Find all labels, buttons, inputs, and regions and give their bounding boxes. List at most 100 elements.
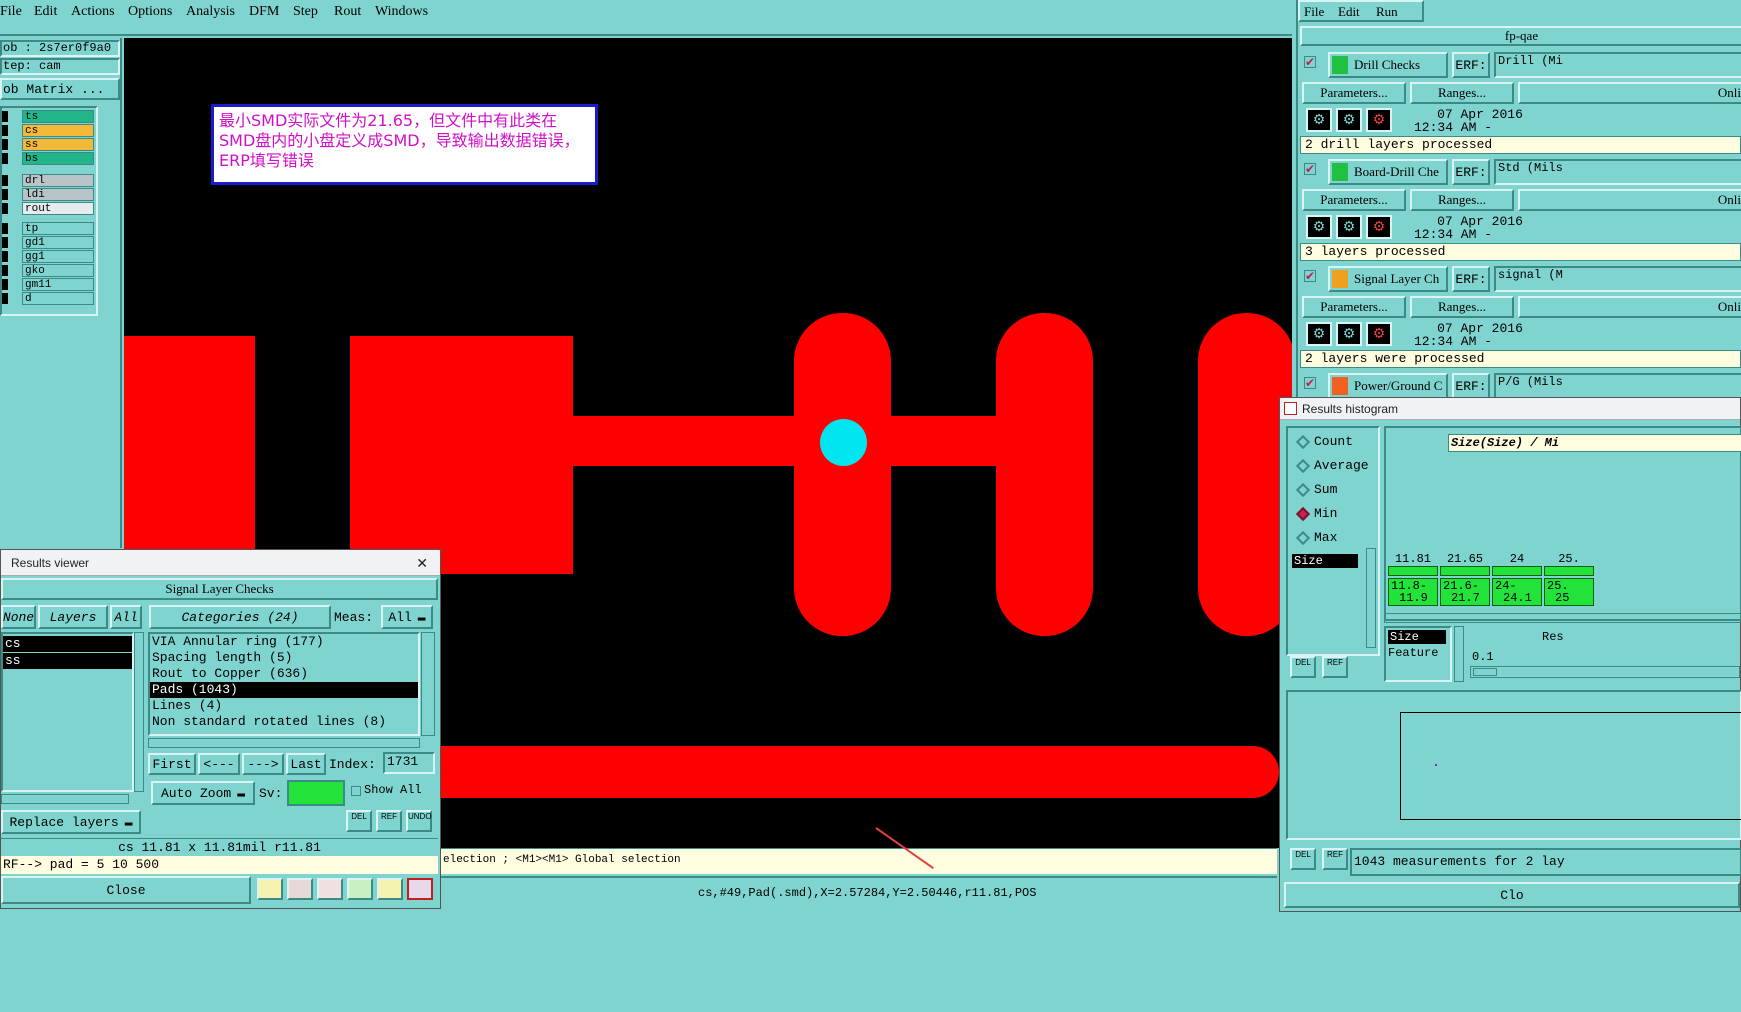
category-row[interactable]: Pads (1043) <box>150 682 418 698</box>
fp-menu-edit[interactable]: Edit <box>1338 4 1360 20</box>
category-row[interactable]: Lines (4) <box>150 698 418 714</box>
category-row[interactable]: Spacing length (5) <box>150 650 418 666</box>
check-name-button-3[interactable]: Power/Ground C <box>1328 373 1448 399</box>
res-slider-thumb[interactable] <box>1473 668 1497 676</box>
menu-file[interactable]: File <box>0 4 22 20</box>
fp-menu-run[interactable]: Run <box>1376 4 1398 20</box>
mode-radio-min[interactable]: Min <box>1295 506 1337 521</box>
histogram-bar[interactable] <box>1440 566 1490 576</box>
fp-menu-file[interactable]: File <box>1304 4 1324 20</box>
ranges-button-2[interactable]: Ranges... <box>1410 296 1514 318</box>
prev-button[interactable]: <--- <box>198 753 240 775</box>
online-button-1[interactable]: Onli <box>1518 189 1741 211</box>
layer-checkbox[interactable] <box>2 153 8 164</box>
parameters-button-0[interactable]: Parameters... <box>1302 82 1406 104</box>
layer-item-drl[interactable]: drl <box>22 174 94 187</box>
menu-dfm[interactable]: DFM <box>249 4 279 20</box>
histogram-bar[interactable] <box>1388 566 1438 576</box>
menu-options[interactable]: Options <box>128 4 172 20</box>
result-layer-row[interactable]: ss <box>3 653 132 669</box>
mode-radio-sum[interactable]: Sum <box>1295 482 1337 497</box>
category-list-scrollbar[interactable] <box>421 632 435 736</box>
mode-radio-count[interactable]: Count <box>1295 434 1353 449</box>
layer-checkbox[interactable] <box>2 223 8 234</box>
check-name-button-2[interactable]: Signal Layer Ch <box>1328 266 1448 292</box>
layer-item-bs[interactable]: bs <box>22 152 94 165</box>
size-field[interactable]: Size <box>1292 554 1358 568</box>
layer-checkbox[interactable] <box>2 139 8 150</box>
erf-button-2[interactable]: ERF: <box>1452 266 1490 292</box>
ranges-button-0[interactable]: Ranges... <box>1410 82 1514 104</box>
highlight-icon[interactable] <box>257 878 283 900</box>
notes-icon[interactable] <box>377 878 403 900</box>
layer-checkbox[interactable] <box>2 125 8 136</box>
erf-value-2[interactable]: signal (M <box>1494 266 1741 292</box>
erf-button-0[interactable]: ERF: <box>1452 52 1490 78</box>
mode-radio-average[interactable]: Average <box>1295 458 1369 473</box>
replace-layers-button[interactable]: Replace layers ▬ <box>1 810 141 834</box>
next-button[interactable]: ---> <box>242 753 284 775</box>
all-button[interactable]: All <box>110 605 142 629</box>
layer-item-rout[interactable]: rout <box>22 202 94 215</box>
category-row[interactable]: Rout to Copper (636) <box>150 666 418 682</box>
numbers-icon[interactable] <box>347 878 373 900</box>
parameters-button-1[interactable]: Parameters... <box>1302 189 1406 211</box>
menu-rout[interactable]: Rout <box>334 4 361 20</box>
layer-item-cs[interactable]: cs <box>22 124 94 137</box>
category-row[interactable]: Non standard rotated lines (8) <box>150 714 418 730</box>
hist-del-button[interactable]: DEL <box>1290 656 1316 678</box>
categories-button[interactable]: Categories (24) <box>149 605 331 629</box>
ranges-button-1[interactable]: Ranges... <box>1410 189 1514 211</box>
menu-step[interactable]: Step <box>293 4 318 20</box>
layer-checkbox[interactable] <box>2 293 8 304</box>
layer-list-scrollbar[interactable] <box>134 632 144 792</box>
res-slider[interactable] <box>1470 666 1740 678</box>
undo-button[interactable]: UNDO <box>406 810 432 832</box>
bar-range[interactable]: 25. 25 <box>1544 578 1594 606</box>
none-button[interactable]: None <box>1 605 36 629</box>
sort-size[interactable]: Size <box>1388 630 1446 644</box>
layer-item-d[interactable]: d <box>22 292 94 305</box>
close-button[interactable]: Close <box>1 876 251 904</box>
run-stop-icon[interactable]: ⚙ <box>1366 215 1392 239</box>
erf-button-1[interactable]: ERF: <box>1452 159 1490 185</box>
erf-value-3[interactable]: P/G (Mils <box>1494 373 1741 399</box>
layer-item-gm11[interactable]: gm11 <box>22 278 94 291</box>
layer-checkbox[interactable] <box>2 175 8 186</box>
layer-item-ss[interactable]: ss <box>22 138 94 151</box>
meas-select[interactable]: All ▬ <box>381 605 433 629</box>
erf-value-0[interactable]: Drill (Mi <box>1494 52 1741 78</box>
histogram-icon[interactable] <box>407 878 433 900</box>
run-all-icon[interactable]: ⚙ <box>1336 215 1362 239</box>
check-enable-2[interactable]: ✔ <box>1304 270 1316 282</box>
run-all-icon[interactable]: ⚙ <box>1336 108 1362 132</box>
show-all-checkbox[interactable] <box>351 786 361 796</box>
erf-button-3[interactable]: ERF: <box>1452 373 1490 399</box>
check-name-button-1[interactable]: Board-Drill Che <box>1328 159 1448 185</box>
last-button[interactable]: Last <box>286 753 326 775</box>
ref-button[interactable]: REF <box>376 810 402 832</box>
run-stop-icon[interactable]: ⚙ <box>1366 108 1392 132</box>
histogram-bar[interactable] <box>1492 566 1542 576</box>
layer-checkbox[interactable] <box>2 203 8 214</box>
erf-value-1[interactable]: Std (Mils <box>1494 159 1741 185</box>
layer-item-gg1[interactable]: gg1 <box>22 250 94 263</box>
check-enable-3[interactable]: ✔ <box>1304 377 1316 389</box>
layer-item-ldi[interactable]: ldi <box>22 188 94 201</box>
layer-item-gko[interactable]: gko <box>22 264 94 277</box>
del-button[interactable]: DEL <box>346 810 372 832</box>
check-enable-0[interactable]: ✔ <box>1304 56 1316 68</box>
selected-small-pad[interactable] <box>820 419 867 466</box>
close-icon[interactable]: ✕ <box>416 550 428 576</box>
index-input[interactable]: 1731 <box>383 752 435 774</box>
category-list[interactable]: VIA Annular ring (177) Spacing length (5)… <box>148 632 420 736</box>
menu-actions[interactable]: Actions <box>71 4 115 20</box>
mode-radio-max[interactable]: Max <box>1295 530 1337 545</box>
layer-checkbox[interactable] <box>2 279 8 290</box>
run-icon[interactable]: ⚙ <box>1306 108 1332 132</box>
layer-checkbox[interactable] <box>2 265 8 276</box>
layer-checkbox[interactable] <box>2 237 8 248</box>
bar-range[interactable]: 11.8- 11.9 <box>1388 578 1438 606</box>
layer-item-tp[interactable]: tp <box>22 222 94 235</box>
menu-analysis[interactable]: Analysis <box>186 4 235 20</box>
